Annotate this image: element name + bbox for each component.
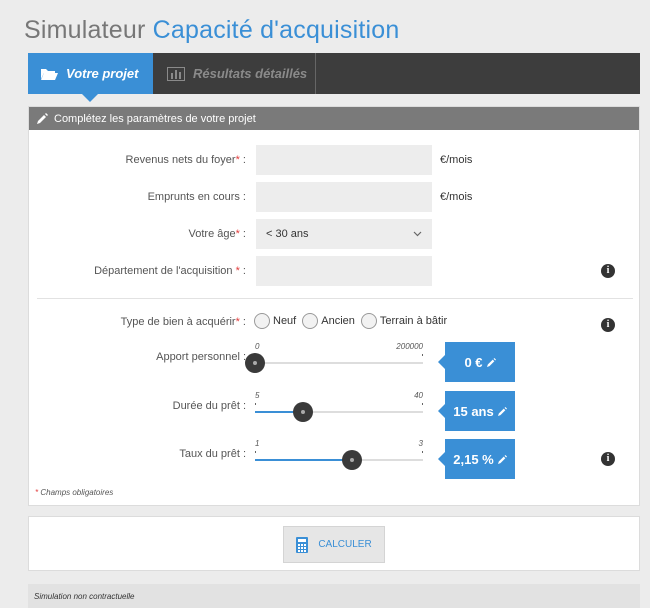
calculate-button[interactable]: CALCULER [283,526,385,563]
taux-label: Taux du prêt : [179,448,246,460]
slider-max-tick [422,451,423,453]
title-accent: Capacité d'acquisition [152,16,400,44]
apport-slider[interactable]: 0 200000 [245,342,423,382]
type-bien-label: Type de bien à acquérir* : [120,316,246,328]
apport-label: Apport personnel : [156,351,246,363]
page-title: Simulateur Capacité d'acquisition [24,16,399,45]
taux-slider[interactable]: 1 3 [255,439,423,479]
departement-input[interactable] [256,256,432,286]
slider-min-tick [255,451,256,453]
tab-resultats-detailles[interactable]: Résultats détaillés [157,53,315,94]
slider-min-label: 5 [255,391,260,400]
slider-min-label: 1 [255,439,260,448]
revenus-label: Revenus nets du foyer* : [125,154,246,166]
duree-value-box[interactable]: 15 ans [438,391,515,431]
duree-value: 15 ans [453,403,494,419]
folder-open-icon [40,67,58,81]
footer-disclaimer: Simulation non contractuelle [28,584,640,608]
taux-value-box[interactable]: 2,15 % [438,439,515,479]
slider-thumb[interactable] [293,402,313,422]
slider-thumb[interactable] [245,353,265,373]
slider-max-label: 3 [418,439,423,448]
revenus-input[interactable] [256,145,432,175]
pencil-icon [486,357,496,367]
type-bien-radio-group: Neuf Ancien Terrain à bâtir [254,313,453,329]
slider-track[interactable] [255,362,423,364]
pencil-icon [497,454,507,464]
radio-terrain[interactable]: Terrain à bâtir [360,313,447,329]
slider-max-tick [422,403,423,405]
divider [37,298,633,299]
age-selected-value: < 30 ans [266,228,309,240]
tab-bar: Votre projet Résultats détaillés [28,53,640,102]
tab-label: Résultats détaillés [193,66,308,81]
panel-heading: Complétez les paramètres de votre projet [29,107,639,130]
chevron-down-icon [413,228,422,240]
tab-votre-projet[interactable]: Votre projet [28,53,153,102]
info-icon-departement[interactable]: i [601,264,615,278]
info-icon-type-bien[interactable]: i [601,318,615,332]
slider-thumb[interactable] [341,450,362,470]
radio-circle[interactable] [254,313,270,329]
slider-min-tick [255,403,256,405]
duree-slider[interactable]: 5 40 [255,391,423,431]
bar-chart-icon [167,66,185,81]
radio-circle[interactable] [360,313,377,329]
radio-circle[interactable] [302,313,319,329]
slider-max-label: 200000 [396,342,423,351]
project-parameters-panel: Complétez les paramètres de votre projet… [28,106,640,506]
age-label: Votre âge* : [188,228,247,240]
calculate-panel: CALCULER [28,516,640,571]
pencil-icon [37,113,48,124]
slider-max-tick [422,354,423,356]
apport-value: 0 € [464,354,483,370]
info-icon-taux[interactable]: i [601,452,615,466]
duree-label: Durée du prêt : [172,400,246,412]
radio-ancien[interactable]: Ancien [302,313,355,329]
departement-label: Département de l'acquisition * : [94,265,246,277]
slider-fill [255,459,352,461]
required-fields-note: * Champs obligatoires [35,488,114,497]
tab-divider [315,53,316,94]
emprunts-label: Emprunts en cours : [147,191,246,203]
revenus-unit: €/mois [440,154,473,166]
emprunts-unit: €/mois [440,191,473,203]
title-prefix: Simulateur [24,16,146,44]
calculator-icon [296,536,309,553]
slider-min-label: 0 [255,342,260,351]
active-tab-pointer [82,94,98,102]
radio-neuf[interactable]: Neuf [254,313,296,329]
panel-heading-text: Complétez les paramètres de votre projet [54,112,256,125]
apport-value-box[interactable]: 0 € [438,342,515,382]
emprunts-input[interactable] [256,182,432,212]
age-select[interactable]: < 30 ans [256,219,432,249]
pencil-icon [497,406,507,416]
calculate-label: CALCULER [318,539,372,550]
tab-label: Votre projet [66,66,139,81]
slider-max-label: 40 [414,391,423,400]
taux-value: 2,15 % [453,451,494,467]
